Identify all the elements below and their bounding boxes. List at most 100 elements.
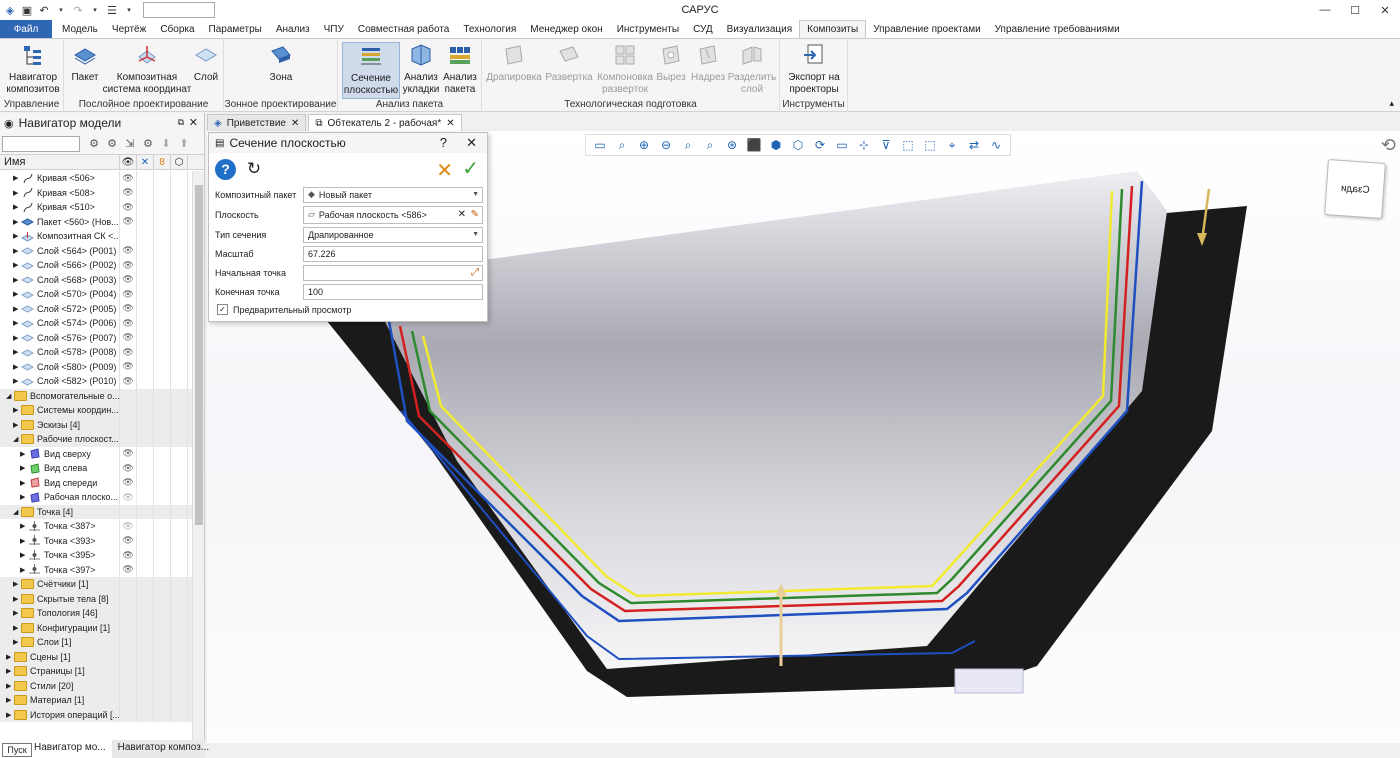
hidden-eye-icon[interactable]: 👁 <box>120 475 137 490</box>
hidden-eye-icon[interactable]: 👁 <box>120 200 137 215</box>
composite-cs-button[interactable]: Композитная система координат <box>102 42 192 96</box>
help-button[interactable]: ? <box>440 135 447 150</box>
save-icon[interactable]: ▣ <box>20 3 34 17</box>
expand-arrow-icon[interactable]: ▶ <box>20 566 28 574</box>
expand-arrow-icon[interactable]: ▶ <box>20 522 28 530</box>
expand-arrow-icon[interactable]: ▶ <box>20 493 28 501</box>
hidden-eye-icon[interactable]: 👁 <box>120 171 137 186</box>
expand-arrow-icon[interactable]: ▶ <box>13 421 21 429</box>
tree-row[interactable]: ▶ Кривая <506> 👁 <box>0 171 192 186</box>
tab-file[interactable]: Файл <box>0 20 52 38</box>
expand-arrow-icon[interactable]: ▶ <box>6 653 14 661</box>
export-projectors-button[interactable]: Экспорт на проекторы <box>786 42 842 96</box>
tab-drawing[interactable]: Чертёж <box>105 20 153 38</box>
tree-row[interactable]: ▶ Кривая <508> 👁 <box>0 185 192 200</box>
tree-row[interactable]: ▶ Слой <574> (P006) 👁 <box>0 316 192 331</box>
minimize-icon[interactable]: — <box>1310 0 1340 20</box>
tree-row[interactable]: ▶ История операций [... <box>0 707 192 722</box>
chevron-down-icon[interactable]: ▼ <box>472 191 479 198</box>
zoom-in-icon[interactable]: ⊕ <box>634 136 654 154</box>
close-icon[interactable]: ✕ <box>291 118 299 129</box>
tree-row[interactable]: ▶ Слои [1] <box>0 635 192 650</box>
tab-assembly[interactable]: Сборка <box>153 20 201 38</box>
hidden-eye-icon[interactable]: 👁 <box>120 287 137 302</box>
expand-arrow-icon[interactable]: ▶ <box>13 305 21 313</box>
pin-icon[interactable]: ⧉ <box>178 117 184 128</box>
draping-button[interactable]: Драпировка <box>486 42 542 84</box>
tree-row[interactable]: ▶ Системы координ... <box>0 403 192 418</box>
expand-arrow-icon[interactable]: ▶ <box>20 464 28 472</box>
tree-row[interactable]: ▶ Точка <393> 👁 <box>0 533 192 548</box>
expand-arrow-icon[interactable]: ▶ <box>13 247 21 255</box>
expand-arrow-icon[interactable]: ▶ <box>13 334 21 342</box>
expand-arrow-icon[interactable]: ▶ <box>13 276 21 284</box>
zone-button[interactable]: Зона <box>266 42 296 84</box>
start-point-input[interactable]: ⤢ <box>303 264 483 281</box>
settings-icon[interactable]: ⚙ <box>104 136 120 152</box>
expand-arrow-icon[interactable]: ▶ <box>6 682 14 690</box>
rotate-view-icon[interactable]: ⟲ <box>1381 135 1396 156</box>
hidden-eye-icon[interactable]: 👁 <box>120 258 137 273</box>
tab-composites-navigator[interactable]: Навигатор композ... <box>112 740 216 758</box>
pack-select[interactable]: ◆ Новый пакет ▼ <box>303 186 483 203</box>
frame-icon[interactable]: ⬚ <box>898 136 918 154</box>
tree-row[interactable]: ▶ Слой <564> (P001) 👁 <box>0 243 192 258</box>
redo-icon[interactable]: ↷ <box>71 3 85 17</box>
tab-parameters[interactable]: Параметры <box>202 20 269 38</box>
zoom-selection-icon[interactable]: ⌕ <box>700 136 720 154</box>
tree-row[interactable]: ▶ Стили [20] <box>0 678 192 693</box>
expand-arrow-icon[interactable]: ▶ <box>13 595 21 603</box>
tree-row[interactable]: ▶ Вид слева 👁 <box>0 461 192 476</box>
frame-select-icon[interactable]: ⬚ <box>920 136 940 154</box>
expand-arrow-icon[interactable]: ▶ <box>6 711 14 719</box>
view-cube[interactable]: Сзади <box>1324 159 1386 219</box>
sync-icon[interactable]: ⇄ <box>964 136 984 154</box>
expand-arrow-icon[interactable]: ▶ <box>13 406 21 414</box>
hidden-eye-icon[interactable]: 👁 <box>120 461 137 476</box>
tree-row[interactable]: ▶ Слой <572> (P005) 👁 <box>0 301 192 316</box>
tree-row[interactable]: ▶ Счётчики [1] <box>0 577 192 592</box>
end-point-input[interactable]: 100 <box>303 283 483 300</box>
visible-eye-icon[interactable]: 👁 <box>120 519 137 534</box>
tab-window-manager[interactable]: Менеджер окон <box>523 20 609 38</box>
hidden-eye-icon[interactable]: 👁 <box>120 548 137 563</box>
pick-point-icon[interactable]: ⤢ <box>471 267 479 278</box>
tree-row[interactable]: ▶ Слой <566> (P002) 👁 <box>0 258 192 273</box>
close-icon[interactable]: ✕ <box>189 116 198 129</box>
tree-row[interactable]: ◢ Рабочие плоскост... <box>0 432 192 447</box>
color-column-icon[interactable]: 8 <box>154 155 171 169</box>
tree-row[interactable]: ▶ Сцены [1] <box>0 649 192 664</box>
plane-input[interactable]: ▱ Рабочая плоскость <586> ✕ ✎ <box>303 205 483 224</box>
view-front-icon[interactable]: ⬛ <box>744 136 764 154</box>
filter-icon[interactable]: ⚙ <box>86 136 102 152</box>
tree-row[interactable]: ▶ Вид спереди 👁 <box>0 475 192 490</box>
curve-mode-icon[interactable]: ∿ <box>986 136 1006 154</box>
collapse-ribbon-icon[interactable]: ▴ <box>1389 98 1394 109</box>
expand-icon[interactable]: ⇲ <box>122 136 138 152</box>
cube-column-icon[interactable]: ⬡ <box>171 155 188 169</box>
visible-eye-icon[interactable]: 👁 <box>120 490 137 505</box>
preview-checkbox[interactable]: ✓ Предварительный просмотр <box>209 301 487 318</box>
tree-row[interactable]: ▶ Кривая <510> 👁 <box>0 200 192 215</box>
tree-row[interactable]: ▶ Эскизы [4] <box>0 417 192 432</box>
split-ply-button[interactable]: Разделить слой <box>728 42 776 96</box>
tree-row[interactable]: ▶ Вид сверху 👁 <box>0 446 192 461</box>
tree-row[interactable]: ▶ Материал [1] <box>0 693 192 708</box>
expand-arrow-icon[interactable]: ▶ <box>13 319 21 327</box>
checkbox-box[interactable]: ✓ <box>217 304 228 315</box>
expand-arrow-icon[interactable]: ▶ <box>20 551 28 559</box>
expand-arrow-icon[interactable]: ▶ <box>13 261 21 269</box>
navigator-search-input[interactable] <box>2 135 80 152</box>
tree-row[interactable]: ▶ Слой <568> (P003) 👁 <box>0 272 192 287</box>
move-up-icon[interactable]: ⬆ <box>176 136 192 152</box>
expand-arrow-icon[interactable]: ▶ <box>13 363 21 371</box>
expand-arrow-icon[interactable]: ▶ <box>13 189 21 197</box>
view-cube-icon[interactable]: ⬡ <box>788 136 808 154</box>
tab-model[interactable]: Модель <box>55 20 105 38</box>
tree-row[interactable]: ▶ Топология [46] <box>0 606 192 621</box>
move-down-icon[interactable]: ⬇ <box>158 136 174 152</box>
undo-icon[interactable]: ↶ <box>37 3 51 17</box>
tab-visualization[interactable]: Визуализация <box>720 20 799 38</box>
expand-arrow-icon[interactable]: ▶ <box>13 174 21 182</box>
tree-row[interactable]: ▶ Точка <387> 👁 <box>0 519 192 534</box>
